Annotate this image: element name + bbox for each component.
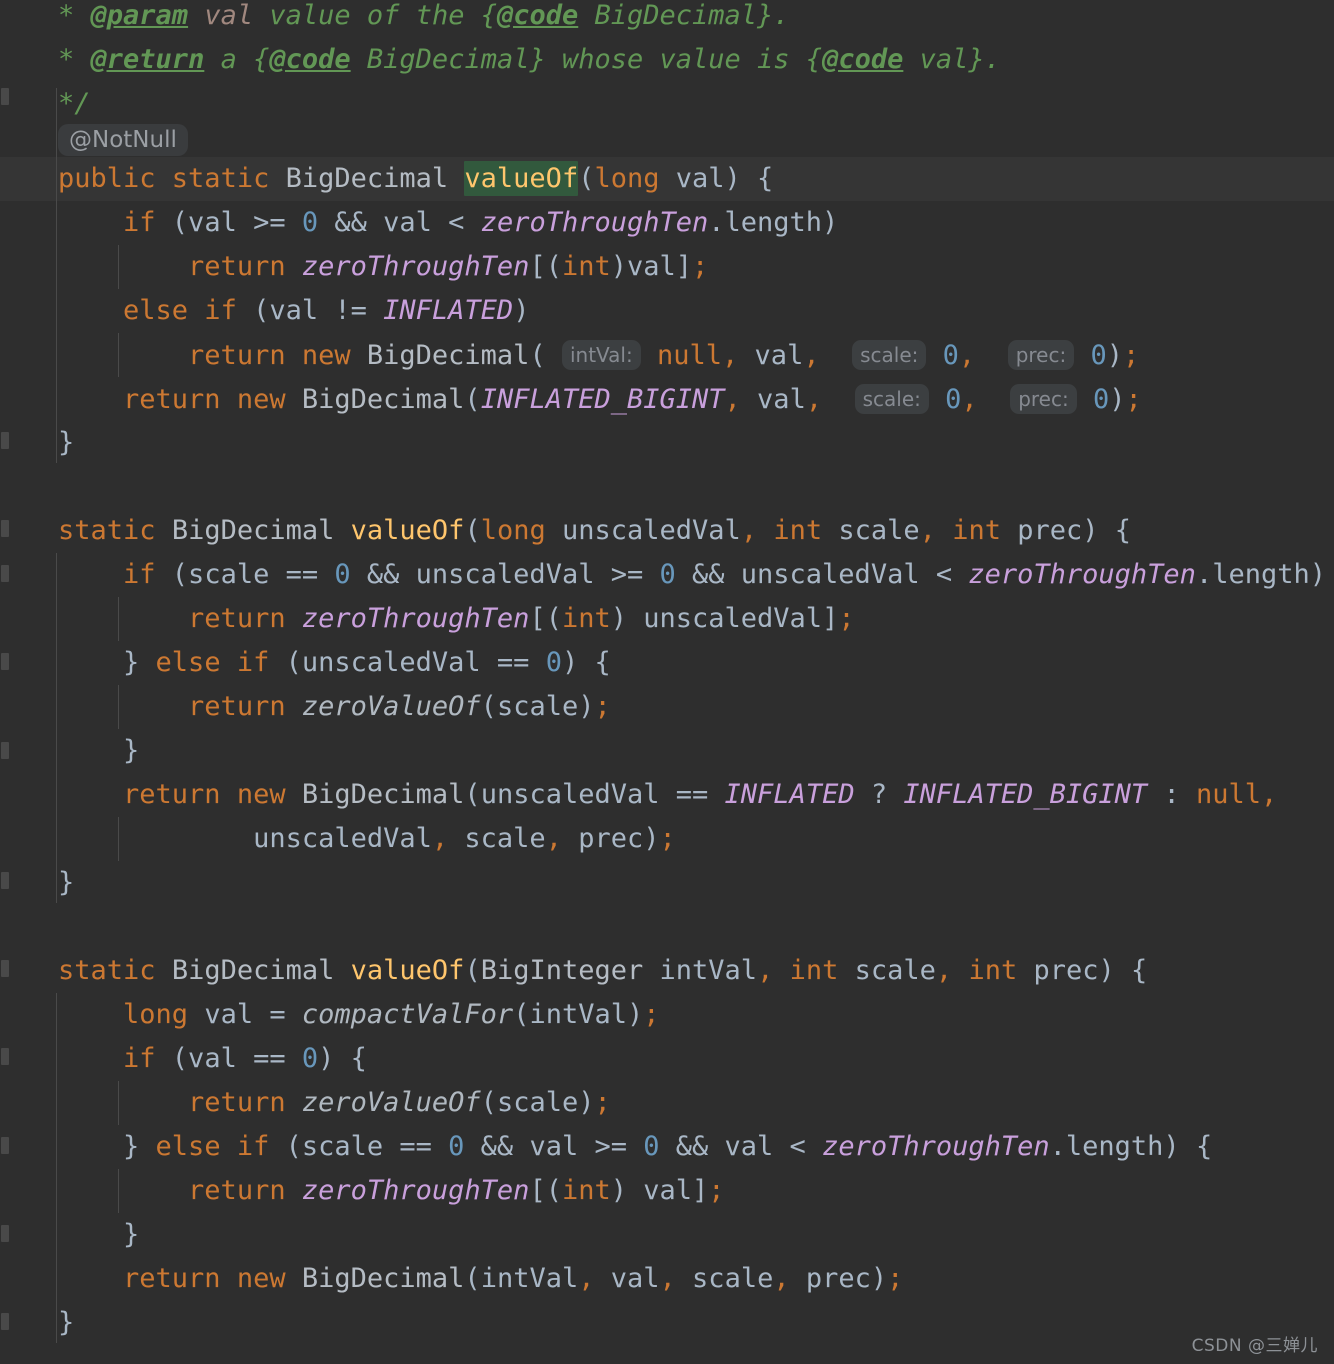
code-line[interactable]: } — [58, 1213, 139, 1257]
code-line[interactable]: return new BigDecimal(unscaledVal == INF… — [58, 773, 1277, 817]
javadoc-text: value of the { — [269, 0, 497, 31]
static-field-zerothroughten: zeroThroughTen — [822, 1131, 1050, 1162]
code-line[interactable]: long val = compactValFor(intVal); — [58, 993, 660, 1037]
static-method-compactvalfor: compactValFor — [301, 999, 514, 1030]
csdn-watermark: CSDN @三婵儿 — [1191, 1336, 1318, 1356]
code-line[interactable]: return zeroThroughTen[(int)val]; — [58, 245, 708, 289]
code-line-javadoc-param[interactable]: * @param val value of the {@code BigDeci… — [58, 0, 790, 38]
code-line-method1-close[interactable]: } — [58, 421, 74, 465]
javadoc-text: a { — [220, 44, 270, 75]
code-line[interactable]: } else if (scale == 0 && val >= 0 && val… — [58, 1125, 1212, 1169]
code-text-layer[interactable]: * @param val value of the {@code BigDeci… — [0, 0, 1334, 1364]
code-line[interactable]: return new BigDecimal(intVal, val, scale… — [58, 1257, 903, 1301]
code-line[interactable]: unscaledVal, scale, prec); — [58, 817, 676, 861]
param-hint-scale[interactable]: scale: — [852, 340, 927, 370]
javadoc-tag-return: @return — [90, 44, 205, 75]
method-name-valueof[interactable]: valueOf — [464, 161, 579, 196]
javadoc-star: * — [58, 0, 75, 31]
static-field-inflated: INFLATED — [724, 779, 855, 810]
javadoc-tag-code: @code — [496, 0, 579, 31]
code-line-with-inlays[interactable]: return new BigDecimal(INFLATED_BIGINT, v… — [58, 377, 1142, 421]
javadoc-text: BigDecimal} whose value is { — [350, 44, 823, 75]
javadoc-close: */ — [58, 88, 91, 119]
code-line-method2-signature[interactable]: static BigDecimal valueOf(long unscaledV… — [58, 509, 1131, 553]
code-line[interactable]: if (scale == 0 && unscaledVal >= 0 && un… — [58, 553, 1334, 597]
javadoc-tag-code: @code — [822, 44, 904, 75]
param-hint-prec[interactable]: prec: — [1007, 340, 1075, 370]
code-line-method3-close[interactable]: } — [58, 1301, 74, 1345]
code-line[interactable]: if (val == 0) { — [58, 1037, 367, 1081]
static-field-zerothroughten: zeroThroughTen — [301, 603, 530, 634]
javadoc-text: val}. — [903, 44, 1001, 75]
static-field-zerothroughten: zeroThroughTen — [301, 251, 530, 282]
param-hint-intval[interactable]: intVal: — [561, 340, 641, 370]
method-name-valueof[interactable]: valueOf — [351, 955, 465, 986]
static-field-inflated: INFLATED — [383, 295, 514, 326]
javadoc-text: BigDecimal}. — [578, 0, 790, 31]
code-line[interactable]: else if (val != INFLATED) — [58, 289, 529, 333]
param-hint-prec[interactable]: prec: — [1010, 384, 1077, 414]
param-hint-scale[interactable]: scale: — [854, 384, 929, 414]
code-line[interactable]: return zeroValueOf(scale); — [58, 1081, 611, 1125]
static-field-zerothroughten: zeroThroughTen — [968, 559, 1196, 590]
static-method-zerovalueof: zeroValueOf — [301, 1087, 481, 1118]
code-line[interactable]: if (val >= 0 && val < zeroThroughTen.len… — [58, 201, 838, 245]
code-line-method1-signature[interactable]: public static BigDecimal valueOf(long va… — [58, 157, 773, 201]
static-method-zerovalueof: zeroValueOf — [301, 691, 481, 722]
code-line[interactable]: return zeroValueOf(scale); — [58, 685, 611, 729]
code-line-annotation-inlay[interactable]: @NotNull — [58, 120, 188, 160]
code-line-method3-signature[interactable]: static BigDecimal valueOf(BigInteger int… — [58, 949, 1147, 993]
javadoc-tag-code: @code — [269, 44, 351, 75]
code-line-with-inlays[interactable]: return new BigDecimal( intVal: null, val… — [58, 333, 1139, 377]
code-line[interactable]: return zeroThroughTen[(int) val]; — [58, 1169, 725, 1213]
code-line-method2-close[interactable]: } — [58, 861, 74, 905]
javadoc-tag-param: @param — [90, 0, 189, 31]
static-field-zerothroughten: zeroThroughTen — [480, 207, 709, 238]
static-field-inflated-bigint: INFLATED_BIGINT — [903, 779, 1148, 810]
static-field-zerothroughten: zeroThroughTen — [301, 1175, 530, 1206]
notnull-annotation-hint[interactable]: @NotNull — [58, 124, 188, 156]
javadoc-param-name: val — [204, 0, 254, 31]
code-line[interactable]: return zeroThroughTen[(int) unscaledVal]… — [58, 597, 855, 641]
code-line[interactable]: } — [58, 729, 139, 773]
javadoc-star: * — [58, 44, 75, 75]
code-editor-viewport[interactable]: * @param val value of the {@code BigDeci… — [0, 0, 1334, 1364]
static-field-inflated-bigint: INFLATED_BIGINT — [480, 384, 725, 415]
code-line[interactable]: } else if (unscaledVal == 0) { — [58, 641, 611, 685]
code-line-javadoc-return[interactable]: * @return a {@code BigDecimal} whose val… — [58, 38, 1001, 82]
method-name-valueof[interactable]: valueOf — [351, 515, 465, 546]
